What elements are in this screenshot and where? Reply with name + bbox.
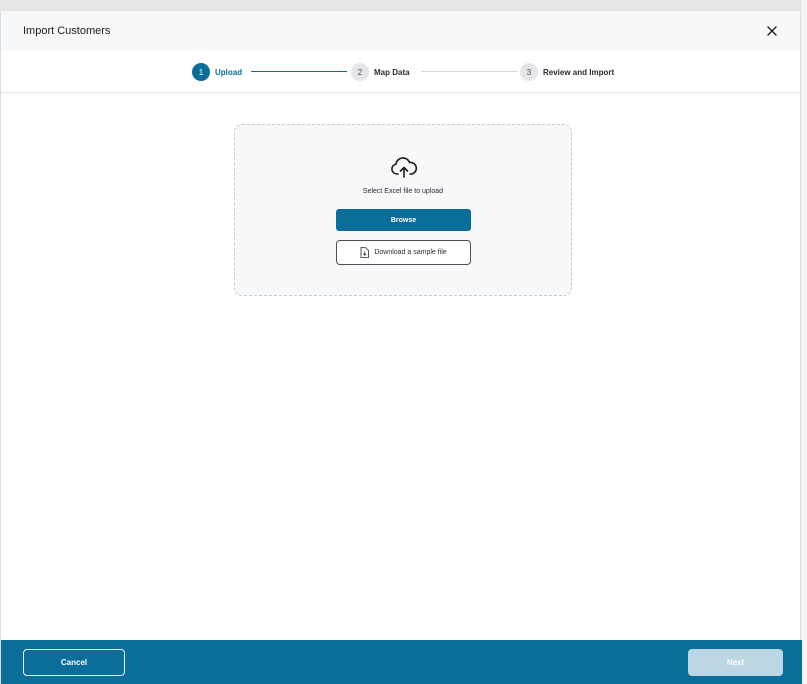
window-edge xyxy=(801,0,807,684)
step-map-data[interactable]: 2 Map Data xyxy=(351,63,410,81)
download-sample-button[interactable]: Download a sample file xyxy=(336,240,471,265)
step-label: Map Data xyxy=(374,67,410,77)
close-icon xyxy=(767,26,777,36)
step-number: 3 xyxy=(520,63,538,81)
browse-button[interactable]: Browse xyxy=(336,209,471,231)
dialog-header: Import Customers xyxy=(1,11,800,51)
step-label: Review and Import xyxy=(543,67,615,77)
dialog-title: Import Customers xyxy=(23,25,111,37)
step-review-import[interactable]: 3 Review and Import xyxy=(520,63,614,81)
cloud-upload-icon xyxy=(391,157,418,178)
wizard-stepper: 1 Upload 2 Map Data 3 Review and Import xyxy=(1,51,800,93)
upload-prompt: Select Excel file to upload xyxy=(362,188,444,195)
step-upload[interactable]: 1 Upload xyxy=(192,63,242,81)
step-connector xyxy=(421,71,517,72)
cancel-button[interactable]: Cancel xyxy=(23,649,125,676)
file-download-icon xyxy=(360,247,370,258)
dialog-footer: Cancel Next xyxy=(1,640,802,684)
file-drop-zone[interactable]: Select Excel file to upload Browse Downl… xyxy=(234,124,572,296)
download-sample-label: Download a sample file xyxy=(374,249,447,256)
next-button[interactable]: Next xyxy=(688,649,783,676)
step-number: 1 xyxy=(192,63,210,81)
close-button[interactable] xyxy=(765,24,779,38)
step-connector xyxy=(251,71,347,72)
step-number: 2 xyxy=(351,63,369,81)
step-label: Upload xyxy=(215,67,243,77)
import-customers-dialog: Import Customers 1 Upload 2 Map Data 3 R… xyxy=(0,11,802,684)
